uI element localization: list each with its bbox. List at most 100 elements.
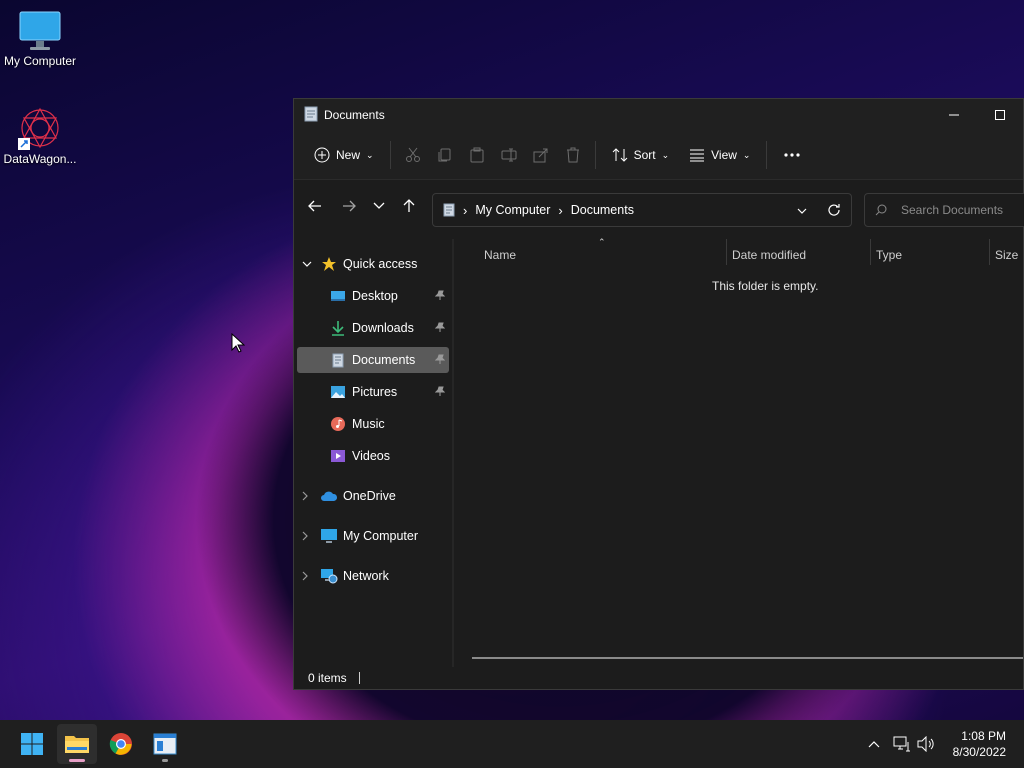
chevron-right-icon xyxy=(302,531,316,541)
chevron-down-icon: ⌄ xyxy=(366,149,374,160)
breadcrumb-documents[interactable]: Documents xyxy=(571,203,634,217)
new-button[interactable]: New ⌄ xyxy=(304,139,384,171)
cut-button[interactable] xyxy=(397,139,429,171)
search-box[interactable]: Search Documents xyxy=(864,193,1024,227)
copy-button[interactable] xyxy=(429,139,461,171)
file-explorer-icon xyxy=(65,736,89,753)
taskbar-chrome[interactable] xyxy=(101,724,141,764)
chrome-icon xyxy=(109,733,132,755)
desktop-icon-datawagon[interactable]: DataWagon... xyxy=(0,106,80,166)
chevron-right-icon: › xyxy=(558,202,563,218)
paste-icon xyxy=(470,147,484,163)
sidebar-item-desktop[interactable]: Desktop xyxy=(297,283,449,309)
back-button[interactable] xyxy=(298,190,332,222)
navigation-pane: Quick access Desktop Downloads Documents… xyxy=(294,239,452,667)
toolbar-divider xyxy=(594,141,596,169)
search-placeholder: Search Documents xyxy=(901,203,1004,217)
share-icon xyxy=(533,148,548,163)
taskbar-file-explorer[interactable] xyxy=(57,724,97,764)
sidebar-item-downloads[interactable]: Downloads xyxy=(297,315,449,341)
recent-locations-button[interactable] xyxy=(366,190,392,222)
taskbar-app-window[interactable] xyxy=(145,724,185,764)
refresh-button[interactable] xyxy=(827,203,841,220)
app-window-icon xyxy=(153,733,177,755)
more-options-button[interactable] xyxy=(773,139,811,171)
network-wired-icon xyxy=(893,736,910,752)
pin-icon xyxy=(434,321,446,335)
sort-icon xyxy=(612,148,627,162)
sidebar-item-music[interactable]: Music xyxy=(297,411,449,437)
address-dropdown-button[interactable] xyxy=(797,204,807,218)
sidebar-item-videos[interactable]: Videos xyxy=(297,443,449,469)
music-icon xyxy=(329,415,347,433)
clock[interactable]: 1:08 PM 8/30/2022 xyxy=(953,728,1006,760)
sort-label: Sort xyxy=(633,148,656,162)
show-hidden-icons-button[interactable] xyxy=(862,732,886,756)
paste-button[interactable] xyxy=(461,139,493,171)
column-divider[interactable] xyxy=(989,239,990,265)
breadcrumb-my-computer[interactable]: My Computer xyxy=(475,203,550,217)
sidebar-item-my-computer[interactable]: My Computer xyxy=(302,523,447,549)
clock-date: 8/30/2022 xyxy=(952,745,1006,759)
title-bar[interactable]: Documents xyxy=(294,99,1023,131)
column-divider[interactable] xyxy=(870,239,871,265)
chevron-down-icon xyxy=(302,261,316,268)
status-divider xyxy=(358,672,360,684)
forward-button[interactable] xyxy=(332,190,366,222)
rename-button[interactable] xyxy=(493,139,525,171)
column-header-date-modified[interactable]: Date modified xyxy=(732,243,806,267)
documents-folder-icon xyxy=(443,203,455,217)
command-bar: New ⌄ Sort ⌄ View ⌄ xyxy=(294,131,1023,180)
column-header-type[interactable]: Type xyxy=(876,243,902,267)
monitor-icon xyxy=(0,10,80,54)
active-app-indicator xyxy=(69,759,85,762)
sidebar-item-label: OneDrive xyxy=(343,489,396,503)
sidebar-item-label: Quick access xyxy=(343,257,418,271)
minimize-button[interactable] xyxy=(931,99,977,131)
running-app-indicator xyxy=(162,759,168,762)
star-icon xyxy=(320,255,338,273)
sort-indicator-icon: ⌃ xyxy=(598,237,606,247)
refresh-icon xyxy=(828,204,840,216)
status-bar: 0 items xyxy=(294,667,1023,689)
cloud-icon xyxy=(320,487,338,505)
volume-button[interactable] xyxy=(914,732,938,756)
maximize-button[interactable] xyxy=(977,99,1023,131)
address-bar[interactable]: › My Computer › Documents xyxy=(432,193,852,227)
horizontal-scrollbar[interactable] xyxy=(472,657,1023,659)
sort-button[interactable]: Sort ⌄ xyxy=(602,139,680,171)
videos-icon xyxy=(329,447,347,465)
chevron-right-icon xyxy=(302,571,316,581)
chevron-down-icon xyxy=(373,202,385,209)
up-button[interactable] xyxy=(392,190,426,222)
view-label: View xyxy=(711,148,737,162)
maximize-icon xyxy=(995,110,1005,120)
desktop-folder-icon xyxy=(329,287,347,305)
new-label: New xyxy=(336,148,361,162)
sidebar-item-quick-access[interactable]: Quick access xyxy=(302,251,447,277)
pin-icon xyxy=(434,289,446,303)
plus-circle-icon xyxy=(314,147,330,163)
delete-button[interactable] xyxy=(557,139,589,171)
sidebar-item-network[interactable]: Network xyxy=(302,563,447,589)
network-status-button[interactable] xyxy=(890,732,914,756)
sidebar-item-label: Music xyxy=(352,417,385,431)
share-button[interactable] xyxy=(525,139,557,171)
column-divider[interactable] xyxy=(726,239,727,265)
copy-icon xyxy=(438,148,451,162)
start-button[interactable] xyxy=(12,724,52,764)
sidebar-item-onedrive[interactable]: OneDrive xyxy=(302,483,447,509)
column-header-size[interactable]: Size xyxy=(995,243,1018,267)
desktop-icon-label: My Computer xyxy=(3,54,77,68)
sidebar-item-documents[interactable]: Documents xyxy=(297,347,449,373)
sidebar-item-pictures[interactable]: Pictures xyxy=(297,379,449,405)
documents-icon xyxy=(329,351,347,369)
pictures-icon xyxy=(329,383,347,401)
start-icon xyxy=(21,733,43,755)
desktop-icon-my-computer[interactable]: My Computer xyxy=(0,10,80,68)
chevron-down-icon: ⌄ xyxy=(742,149,751,160)
chevron-right-icon: › xyxy=(463,202,468,218)
arrow-up-icon xyxy=(403,199,415,212)
column-header-name[interactable]: Name xyxy=(484,243,516,267)
view-button[interactable]: View ⌄ xyxy=(679,139,760,171)
